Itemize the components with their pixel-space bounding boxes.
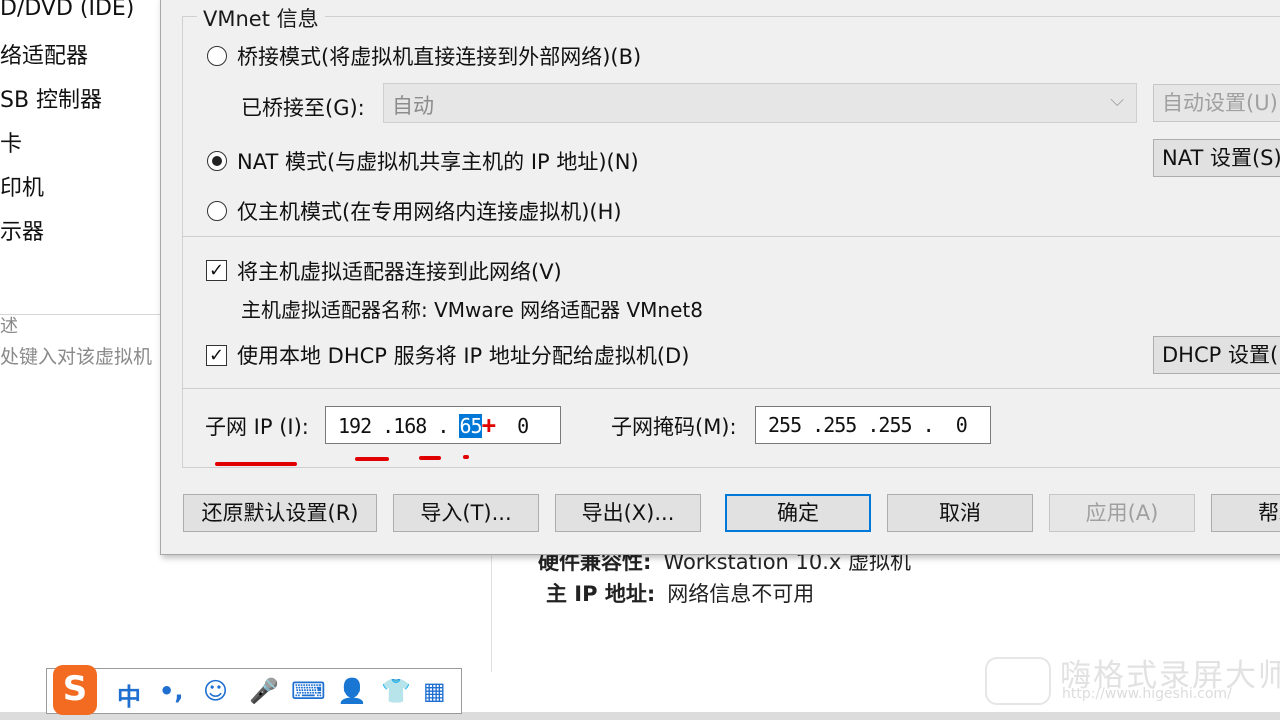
sogou-logo-icon[interactable]: S [53,665,97,715]
hardware-list-panel: D/DVD (IDE) 络适配器 SB 控制器 卡 印机 示器 述 处键入对该虚… [0,0,170,670]
subnet-ip-input[interactable]: 192 .168 . 65+ 0 [325,406,561,444]
vmnet-info-title: VMnet 信息 [197,3,325,33]
annotation-dot [463,455,469,459]
microphone-icon[interactable]: 🎤 [249,677,279,705]
adapter-name-value: VMware 网络适配器 VMnet8 [434,298,703,322]
dhcp-settings-button[interactable]: DHCP 设置(P)... [1153,336,1280,374]
hardware-item-network-adapter[interactable]: 络适配器 [0,38,88,70]
group-divider [183,236,1280,237]
hardware-item-usb-controller[interactable]: SB 控制器 [0,82,102,114]
import-button[interactable]: 导入(T)... [393,494,539,532]
cancel-button[interactable]: 取消 [887,494,1033,532]
bridged-mode-label[interactable]: 桥接模式(将虚拟机直接连接到外部网络)(B) [237,41,641,71]
hardware-item-display[interactable]: 示器 [0,214,44,246]
panel-divider [0,314,160,315]
primary-ip-value: 网络信息不可用 [667,582,815,606]
toolbox-grid-icon[interactable]: ▦ [423,677,446,705]
annotation-underline-1 [215,462,297,466]
annotation-underline-3 [419,456,441,460]
keyboard-icon[interactable]: ⌨ [291,677,326,705]
subnet-ip-label: 子网 IP (I): [205,415,309,439]
group-divider-2 [183,388,1280,389]
help-button[interactable]: 帮助 [1211,494,1280,532]
dhcp-checkbox[interactable]: ✓ [206,345,227,366]
bridged-to-label: 已桥接至(G): [241,96,365,120]
hardware-item-printer[interactable]: 印机 [0,170,44,202]
subnet-ip-octet-4[interactable]: 0 [517,414,529,438]
primary-ip-row: 主 IP 地址: 网络信息不可用 [546,578,814,608]
dhcp-label[interactable]: 使用本地 DHCP 服务将 IP 地址分配给虚拟机(D) [237,340,689,370]
chevron-down-icon: ⌵ [1110,90,1124,111]
apply-button[interactable]: 应用(A) [1049,494,1195,532]
details-divider [491,556,492,672]
host-only-mode-label[interactable]: 仅主机模式(在专用网络内连接虚拟机)(H) [237,196,622,226]
subnet-mask-input[interactable]: 255 .255 .255 . 0 [755,406,991,444]
cursor-crosshair-icon: + [481,411,496,439]
hardware-item-sound-card[interactable]: 卡 [0,126,22,158]
export-button[interactable]: 导出(X)... [555,494,701,532]
restore-defaults-button[interactable]: 还原默认设置(R) [183,494,377,532]
host-only-mode-radio[interactable] [207,201,227,221]
watermark-logo-icon [985,657,1051,705]
annotation-underline-2 [355,457,389,461]
user-icon[interactable]: 👤 [337,677,367,705]
adapter-name-label: 主机虚拟适配器名称: [241,298,428,322]
punctuation-icon[interactable]: •, [159,677,183,705]
emoji-icon[interactable]: ☺ [203,677,228,705]
ime-toolbar: S 中 •, ☺ 🎤 ⌨ 👤 👕 ▦ [46,665,462,715]
ime-mode-toggle[interactable]: 中 [117,677,141,712]
connect-adapter-checkbox[interactable]: ✓ [206,260,227,281]
nat-mode-radio[interactable] [207,151,227,171]
bridged-to-select[interactable]: 自动 ⌵ [383,83,1137,123]
subnet-ip-octet-2[interactable]: 168 [393,414,427,438]
hardware-item-dvd[interactable]: D/DVD (IDE) [0,0,134,21]
subnet-ip-octet-3[interactable]: 65 [459,414,483,438]
primary-ip-label: 主 IP 地址: [546,582,656,606]
bridged-to-value: 自动 [392,94,434,118]
watermark-url: http://www.higeshi.com/ [1062,686,1232,702]
virtual-network-editor-dialog: VMnet 信息 桥接模式(将虚拟机直接连接到外部网络)(B) 已桥接至(G):… [160,0,1280,555]
adapter-name-row: 主机虚拟适配器名称: VMware 网络适配器 VMnet8 [241,294,703,323]
description-hint[interactable]: 处键入对该虚拟机 [0,342,152,369]
skin-shirt-icon[interactable]: 👕 [381,677,411,705]
bridged-mode-radio[interactable] [207,46,227,66]
description-heading: 述 [0,316,18,337]
subnet-mask-label: 子网掩码(M): [611,415,737,439]
subnet-ip-octet-1[interactable]: 192 [338,414,372,438]
nat-settings-button[interactable]: NAT 设置(S)... [1153,139,1280,177]
auto-settings-button[interactable]: 自动设置(U)... [1153,84,1280,122]
connect-adapter-label[interactable]: 将主机虚拟适配器连接到此网络(V) [237,256,562,286]
ok-button[interactable]: 确定 [725,494,871,532]
nat-mode-label[interactable]: NAT 模式(与虚拟机共享主机的 IP 地址)(N) [237,146,639,176]
